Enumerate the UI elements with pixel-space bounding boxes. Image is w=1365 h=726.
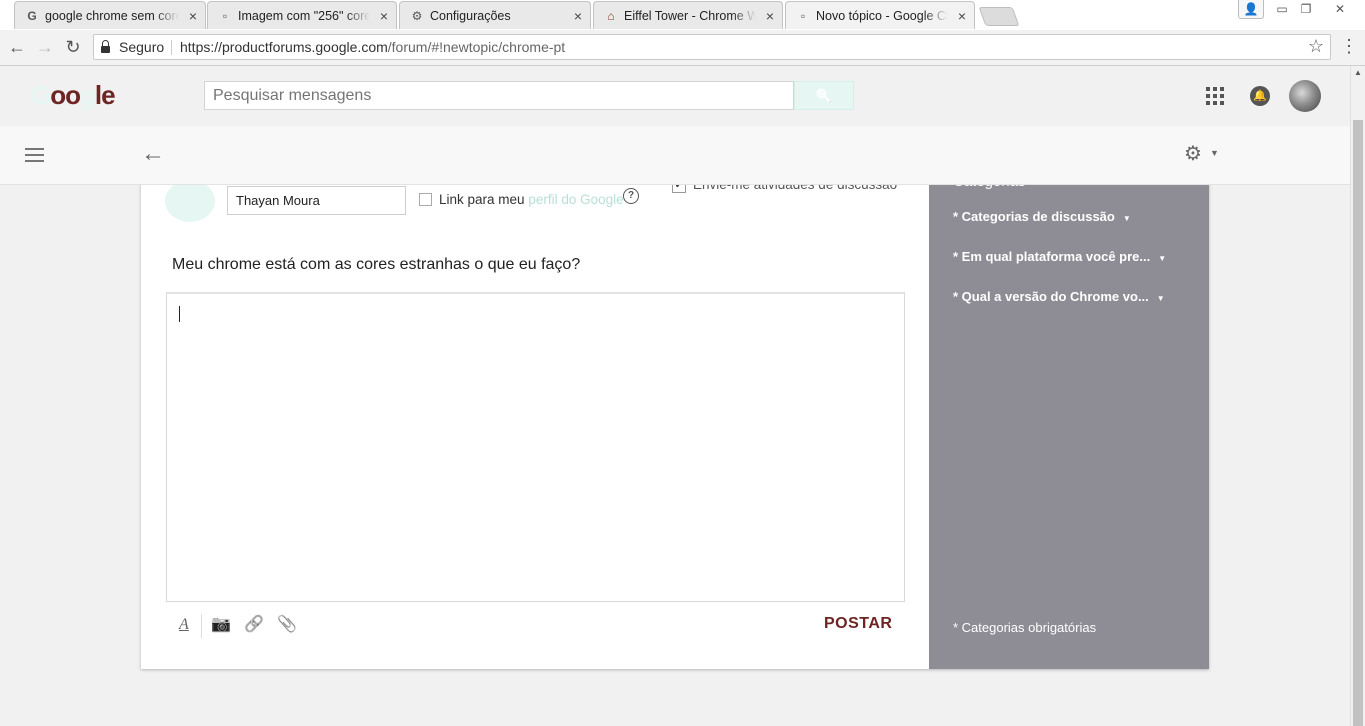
category-label: * Categorias de discussão — [953, 209, 1115, 224]
tab-title: Configurações — [430, 9, 564, 23]
forward-icon[interactable]: → — [34, 36, 56, 58]
url-path: /forum/#!newtopic/chrome-pt — [387, 39, 566, 55]
close-icon[interactable]: × — [380, 8, 388, 24]
chrome-menu-icon[interactable]: ⋮ — [1340, 35, 1358, 57]
divider — [171, 40, 172, 55]
search-button[interactable]: 🔍 — [794, 81, 854, 110]
author-avatar — [165, 180, 215, 222]
subject-field[interactable]: Meu chrome está com as cores estranhas o… — [172, 256, 580, 274]
link-label-text: Link para meu — [439, 192, 529, 207]
category-platform-dropdown[interactable]: * Em qual plataforma você pre... ▼ — [953, 249, 1166, 264]
tab-title: Eiffel Tower - Chrome Web Store — [624, 9, 756, 23]
category-version-dropdown[interactable]: * Qual a versão do Chrome vo... ▼ — [953, 289, 1165, 304]
avatar[interactable] — [1289, 80, 1321, 112]
attachment-icon[interactable]: 📎 — [277, 615, 297, 635]
post-button[interactable]: POSTAR — [824, 615, 892, 633]
text-format-icon[interactable]: A — [179, 615, 189, 635]
back-arrow-icon[interactable]: ← — [141, 140, 165, 168]
browser-toolbar: ← → ↻ Seguro https://productforums.googl… — [0, 30, 1365, 66]
close-icon[interactable]: × — [574, 8, 582, 24]
notifications-bell-icon[interactable]: 🔔 — [1250, 86, 1270, 106]
bookmark-star-icon[interactable]: ☆ — [1308, 36, 1324, 57]
category-label: * Qual a versão do Chrome vo... — [953, 289, 1149, 304]
link-icon[interactable]: 🔗 — [244, 615, 264, 635]
chevron-down-icon: ▼ — [1122, 214, 1131, 223]
category-label: * Em qual plataforma você pre... — [953, 249, 1151, 264]
forum-action-bar: ← ⚙ ▼ — [0, 126, 1350, 185]
google-icon: G — [27, 9, 37, 23]
logo-letter: G — [31, 80, 51, 110]
reload-icon[interactable]: ↻ — [62, 36, 84, 58]
address-bar[interactable]: Seguro https://productforums.google.com/… — [93, 34, 1331, 60]
back-icon[interactable]: ← — [6, 36, 28, 58]
close-icon[interactable]: × — [958, 8, 966, 24]
url-text[interactable]: https://productforums.google.com/forum/#… — [180, 39, 565, 55]
divider — [201, 614, 202, 638]
lock-icon — [101, 40, 110, 53]
tab-strip: G google chrome sem cores × ▫ Imagem com… — [0, 0, 1365, 30]
chevron-down-icon: ▼ — [1158, 254, 1167, 263]
page-scrollbar[interactable]: ▲ — [1350, 66, 1365, 726]
required-categories-note: * Categorias obrigatórias — [953, 620, 1097, 635]
restore-icon[interactable]: ❐ — [1294, 0, 1318, 18]
google-logo[interactable]: Google — [31, 80, 116, 111]
search-icon: 🔍 — [815, 88, 833, 103]
forum-page-icon: ▫ — [800, 9, 806, 23]
secure-label: Seguro — [119, 39, 165, 55]
category-discussion-dropdown[interactable]: * Categorias de discussão ▼ — [953, 209, 1131, 224]
google-profile-link[interactable]: perfil do Google — [528, 192, 623, 207]
message-editor[interactable] — [166, 292, 905, 602]
link-profile-checkbox[interactable] — [419, 193, 432, 206]
close-icon[interactable]: × — [189, 8, 197, 24]
compose-card: Link para meu perfil do Google ? ✔ Envie… — [141, 150, 1209, 669]
tab-title: Imagem com "256" cores — [238, 9, 370, 23]
menu-hamburger-icon[interactable] — [25, 148, 44, 162]
profile-icon[interactable]: 👤 — [1238, 0, 1264, 19]
tab-settings[interactable]: ⚙ Configurações × — [399, 1, 591, 29]
minimize-icon[interactable]: ▭ — [1270, 0, 1294, 18]
settings-gear-icon[interactable]: ⚙ — [1184, 142, 1202, 166]
scrollbar-thumb[interactable] — [1353, 120, 1363, 726]
eiffel-theme-icon: ⌂ — [607, 9, 615, 23]
gear-icon: ⚙ — [411, 9, 423, 23]
chevron-down-icon[interactable]: ▼ — [1210, 148, 1219, 158]
categories-panel: Categorias * Categorias de discussão▼ * … — [929, 150, 1209, 669]
forum-page-icon: ▫ — [222, 9, 228, 23]
help-icon[interactable]: ? — [623, 188, 639, 204]
logo-letter: o — [65, 80, 81, 110]
tab-google-search[interactable]: G google chrome sem cores × — [14, 1, 206, 29]
tab-title: google chrome sem cores — [45, 9, 179, 23]
camera-icon[interactable]: 📷 — [211, 615, 231, 635]
tab-eiffel-tower[interactable]: ⌂ Eiffel Tower - Chrome Web Store × — [593, 1, 783, 29]
logo-letter: e — [101, 80, 116, 110]
apps-grid-icon[interactable] — [1206, 87, 1224, 105]
tab-forum-image[interactable]: ▫ Imagem com "256" cores × — [207, 1, 397, 29]
logo-letter: g — [80, 80, 96, 110]
display-name-field[interactable] — [227, 186, 406, 215]
scroll-up-icon[interactable]: ▲ — [1354, 68, 1362, 77]
search-input[interactable] — [204, 81, 794, 110]
new-tab-button[interactable] — [978, 7, 1020, 26]
chevron-down-icon: ▼ — [1156, 294, 1165, 303]
tab-new-topic[interactable]: ▫ Novo tópico - Google Chrome × — [785, 1, 975, 29]
text-cursor — [179, 306, 180, 322]
url-host: https://productforums.google.com — [180, 39, 388, 55]
link-profile-label: Link para meu perfil do Google — [439, 192, 624, 207]
close-icon[interactable]: × — [766, 8, 774, 24]
window-close-icon[interactable]: ✕ — [1328, 0, 1352, 18]
tab-title: Novo tópico - Google Chrome — [816, 9, 948, 23]
google-header: Google 🔍 🔔 — [0, 66, 1350, 126]
logo-letter: o — [50, 80, 66, 110]
